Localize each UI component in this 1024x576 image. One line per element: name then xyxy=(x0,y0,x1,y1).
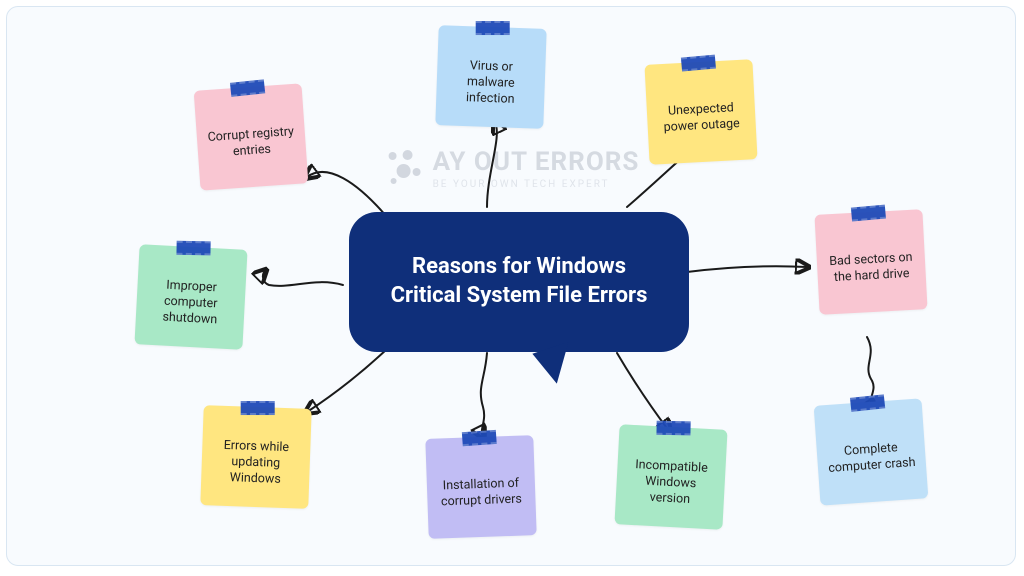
note-improper-shutdown: Improper computer shutdown xyxy=(134,244,247,350)
note-unexpected-power: Unexpected power outage xyxy=(644,59,757,165)
tape-icon xyxy=(851,205,886,222)
diagram-canvas: AY OUT ERRORS BE YOUR OWN TECH EXPERT Re… xyxy=(6,6,1016,566)
note-label: Improper computer shutdown xyxy=(145,276,235,329)
tape-icon xyxy=(850,394,885,411)
note-incompatible-windows: Incompatible Windows version xyxy=(614,424,727,530)
note-errors-updating: Errors while updating Windows xyxy=(200,405,311,509)
tape-icon xyxy=(681,55,716,72)
note-label: Corrupt registry entries xyxy=(206,124,296,163)
tape-icon xyxy=(462,430,497,446)
tape-icon xyxy=(241,401,275,415)
watermark-title: AY OUT ERRORS xyxy=(433,147,640,177)
note-label: Virus or malware infection xyxy=(446,57,536,109)
note-label: Incompatible Windows version xyxy=(625,456,715,509)
tape-icon xyxy=(656,421,690,436)
center-topic-bubble: Reasons for Windows Critical System File… xyxy=(349,212,689,352)
note-corrupt-registry: Corrupt registry entries xyxy=(194,83,309,190)
watermark-subtitle: BE YOUR OWN TECH EXPERT xyxy=(433,179,640,190)
note-label: Unexpected power outage xyxy=(657,99,747,136)
watermark-logo-icon xyxy=(383,148,425,190)
note-complete-crash: Complete computer crash xyxy=(814,398,929,505)
watermark: AY OUT ERRORS BE YOUR OWN TECH EXPERT xyxy=(383,147,640,190)
tape-icon xyxy=(476,21,510,35)
note-label: Bad sectors on the hard drive xyxy=(827,249,917,286)
note-label: Installation of corrupt drivers xyxy=(437,475,526,511)
note-label: Complete computer crash xyxy=(826,439,916,478)
note-virus-malware: Virus or malware infection xyxy=(435,25,546,129)
note-label: Errors while updating Windows xyxy=(211,437,301,489)
tape-icon xyxy=(176,241,210,256)
tape-icon xyxy=(230,79,265,96)
center-topic-title: Reasons for Windows Critical System File… xyxy=(377,253,661,310)
note-bad-sectors: Bad sectors on the hard drive xyxy=(814,209,927,315)
note-corrupt-drivers: Installation of corrupt drivers xyxy=(425,435,536,539)
